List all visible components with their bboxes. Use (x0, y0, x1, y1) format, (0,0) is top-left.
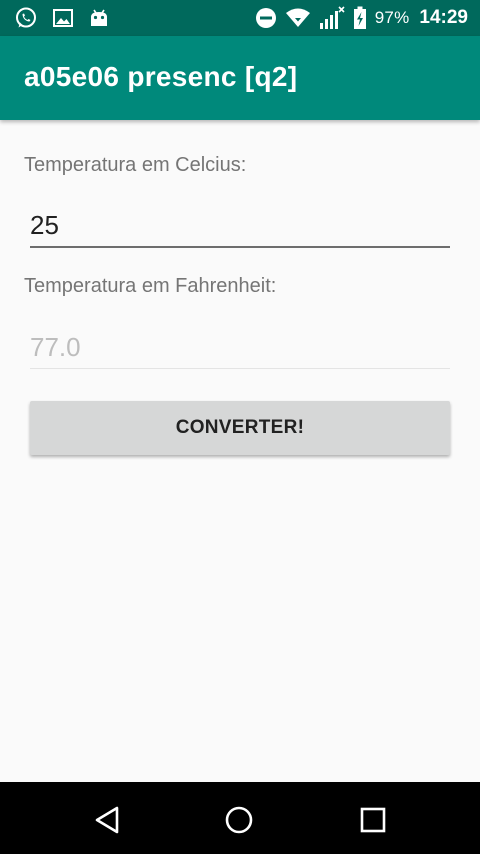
home-icon[interactable] (221, 802, 257, 838)
convert-button-label: CONVERTER! (175, 417, 305, 438)
celsius-label: Temperatura em Celcius: (24, 154, 247, 176)
recent-apps-icon[interactable] (355, 802, 391, 838)
android-icon (88, 7, 110, 29)
convert-button[interactable]: CONVERTER! (30, 401, 450, 455)
whatsapp-icon (14, 6, 38, 30)
status-bar-system: 97% 14:29 (255, 6, 468, 30)
battery-icon (353, 6, 367, 30)
status-bar: 97% 14:29 (0, 0, 480, 36)
app-bar: a05e06 presenc [q2] (0, 36, 480, 120)
navigation-bar (0, 782, 480, 854)
celsius-input[interactable]: 25 (30, 206, 450, 248)
image-icon (52, 7, 74, 29)
app-screen: 97% 14:29 a05e06 presenc [q2] Temperatur… (0, 0, 480, 854)
do-not-disturb-icon (255, 7, 277, 29)
clock: 14:29 (419, 7, 468, 28)
fahrenheit-label: Temperatura em Fahrenheit: (24, 275, 277, 297)
cell-signal-icon (319, 6, 345, 30)
status-bar-notifications (14, 6, 110, 30)
battery-percentage: 97% (374, 8, 410, 27)
fahrenheit-output: 77.0 (30, 328, 450, 369)
fahrenheit-output-value: 77.0 (30, 332, 81, 362)
back-icon[interactable] (89, 802, 125, 838)
wifi-icon (285, 7, 311, 29)
celsius-input-value: 25 (30, 210, 59, 240)
app-title: a05e06 presenc [q2] (24, 61, 298, 92)
